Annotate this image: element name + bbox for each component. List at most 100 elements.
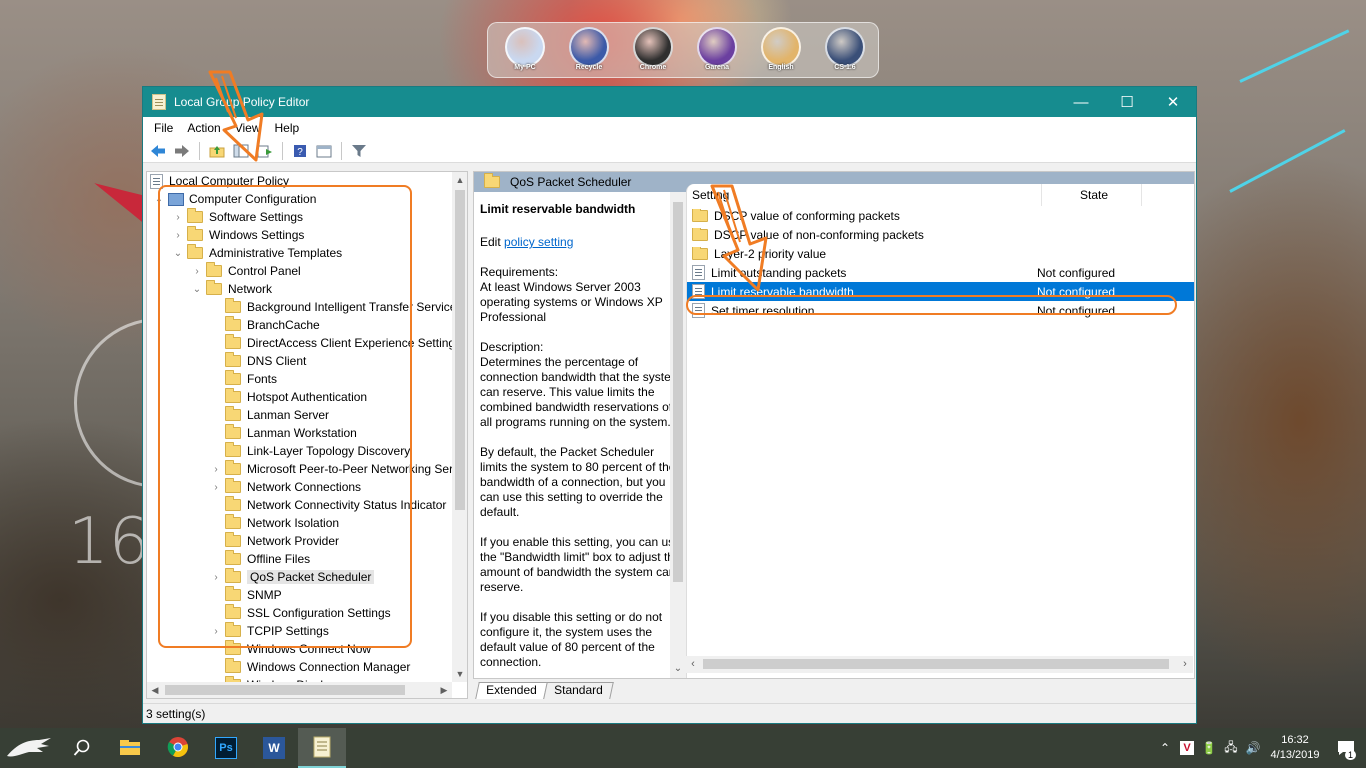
dock-app-icon xyxy=(761,27,801,67)
column-header-state[interactable]: State xyxy=(1042,184,1142,206)
description-pane: Limit reservable bandwidth Edit policy s… xyxy=(474,192,688,678)
maximize-button[interactable]: ☐ xyxy=(1104,87,1150,117)
menu-file[interactable]: File xyxy=(147,121,180,135)
view-tabs: Extended Standard xyxy=(473,681,1195,699)
policy-setting-icon xyxy=(692,265,705,280)
notification-count-badge: 1 xyxy=(1344,750,1356,760)
dock-item-label: English xyxy=(768,64,794,71)
system-tray: ⌃ V 🔋 🖧 🔊 16:32 4/13/2019 1 xyxy=(1154,728,1366,768)
dock-item[interactable]: Chrome xyxy=(630,27,676,73)
taskbar-word[interactable]: W xyxy=(250,728,298,768)
setting-state: Not configured xyxy=(1037,265,1116,280)
scroll-down-arrow[interactable]: ▼ xyxy=(452,666,467,682)
scroll-thumb[interactable] xyxy=(673,202,683,582)
dock-item[interactable]: Garena xyxy=(694,27,740,73)
edit-prefix: Edit xyxy=(480,235,505,249)
requirements-block: Requirements: At least Windows Server 20… xyxy=(480,265,682,325)
dock-item[interactable]: Recycle xyxy=(566,27,612,73)
taskbar-photoshop[interactable]: Ps xyxy=(202,728,250,768)
toolbar-separator xyxy=(199,141,200,160)
start-button[interactable] xyxy=(0,728,58,768)
gpedit-app-icon xyxy=(152,94,166,110)
help-icon[interactable]: ? xyxy=(289,141,311,161)
scroll-down-arrow[interactable]: ⌄ xyxy=(670,663,686,674)
taskbar: Ps W ⌃ V 🔋 🖧 🔊 16:32 4/13/2019 1 xyxy=(0,728,1366,768)
file-explorer-icon xyxy=(119,738,141,759)
chrome-icon xyxy=(167,736,189,761)
power-icon[interactable]: 🔋 xyxy=(1198,728,1220,768)
dock-app-icon xyxy=(505,27,545,67)
annotation-arrow-icon xyxy=(710,184,768,292)
dock-item[interactable]: English xyxy=(758,27,804,73)
clock-time: 16:32 xyxy=(1281,734,1309,746)
annotation-highlight-tree xyxy=(158,185,412,648)
taskbar-file-explorer[interactable] xyxy=(106,728,154,768)
status-text: 3 setting(s) xyxy=(146,706,206,721)
annotation-arrow-icon xyxy=(208,70,264,162)
dock-item-label: My PC xyxy=(514,64,536,71)
edit-policy-setting-link[interactable]: policy setting xyxy=(504,235,573,249)
photoshop-icon: Ps xyxy=(215,737,237,759)
scroll-left-arrow[interactable]: ‹ xyxy=(685,656,701,672)
description-title: Limit reservable bandwidth xyxy=(480,202,636,216)
tab-standard[interactable]: Standard xyxy=(542,682,614,699)
toolbar: ? xyxy=(143,139,1196,163)
description-paragraph: By default, the Packet Scheduler limits … xyxy=(480,445,676,519)
scroll-right-arrow[interactable]: ▶ xyxy=(436,682,452,698)
minimize-button[interactable]: — xyxy=(1058,87,1104,117)
tree-horizontal-scrollbar[interactable]: ◀ ▶ xyxy=(147,682,452,698)
scroll-thumb[interactable] xyxy=(165,685,405,695)
scroll-left-arrow[interactable]: ◀ xyxy=(147,682,163,698)
dock-item[interactable]: My PC xyxy=(502,27,548,73)
tray-app-icon[interactable]: V xyxy=(1176,728,1198,768)
dock-item-label: Garena xyxy=(704,64,730,71)
tab-label: Extended xyxy=(486,683,537,697)
search-button[interactable] xyxy=(58,728,106,768)
close-button[interactable]: ✕ xyxy=(1150,87,1196,117)
scroll-up-arrow[interactable]: ▲ xyxy=(452,172,467,188)
properties-icon[interactable] xyxy=(313,141,335,161)
title-bar[interactable]: Local Group Policy Editor — ☐ ✕ xyxy=(143,87,1196,117)
tree-item[interactable]: Windows Connection Manager xyxy=(207,658,410,676)
start-logo-icon xyxy=(7,738,51,757)
dock-app-icon xyxy=(633,27,673,67)
taskbar-clock[interactable]: 16:32 4/13/2019 xyxy=(1264,733,1326,763)
tab-extended[interactable]: Extended xyxy=(475,682,548,699)
chevron-up-icon[interactable]: ⌃ xyxy=(1154,728,1176,768)
scroll-right-arrow[interactable]: › xyxy=(1177,656,1193,672)
network-icon[interactable]: 🖧 xyxy=(1220,728,1242,768)
description-label: Description: xyxy=(480,340,544,354)
notification-center-icon[interactable]: 1 xyxy=(1326,728,1366,768)
dock-app-icon xyxy=(697,27,737,67)
details-pane: QoS Packet Scheduler Limit reservable ba… xyxy=(473,171,1195,679)
word-icon: W xyxy=(263,737,285,759)
description-paragraph: If you enable this setting, you can use … xyxy=(480,535,681,594)
filter-icon[interactable] xyxy=(348,141,370,161)
list-horizontal-scrollbar[interactable]: ‹ › xyxy=(685,656,1193,673)
toolbar-separator xyxy=(341,141,342,160)
taskbar-chrome[interactable] xyxy=(154,728,202,768)
wallpaper-arrow xyxy=(1229,129,1346,193)
scroll-thumb[interactable] xyxy=(455,190,465,510)
description-scrollbar[interactable]: ⌄ xyxy=(670,192,686,678)
requirements-label: Requirements: xyxy=(480,265,559,279)
forward-icon[interactable] xyxy=(171,141,193,161)
status-bar: 3 setting(s) xyxy=(143,703,1196,723)
volume-icon[interactable]: 🔊 xyxy=(1242,728,1264,768)
tree-vertical-scrollbar[interactable]: ▲ ▼ xyxy=(452,172,467,682)
description-paragraph: If you disable this setting or do not co… xyxy=(480,610,663,669)
toolbar-separator xyxy=(282,141,283,160)
taskbar-group-policy-editor[interactable] xyxy=(298,728,346,768)
dock-item[interactable]: CS 1.6 xyxy=(822,27,868,73)
svg-text:?: ? xyxy=(297,147,303,158)
window-title: Local Group Policy Editor xyxy=(174,95,310,109)
menu-bar: File Action View Help xyxy=(143,117,1196,139)
dock-item-label: Recycle xyxy=(575,64,603,71)
scroll-thumb[interactable] xyxy=(703,659,1169,669)
folder-icon xyxy=(225,658,241,673)
description-text: Determines the percentage of connection … xyxy=(480,355,681,429)
wallpaper-arrow xyxy=(1239,29,1350,83)
back-icon[interactable] xyxy=(147,141,169,161)
policy-editor-icon xyxy=(312,736,332,761)
description-block: Description: Determines the percentage o… xyxy=(480,340,682,430)
